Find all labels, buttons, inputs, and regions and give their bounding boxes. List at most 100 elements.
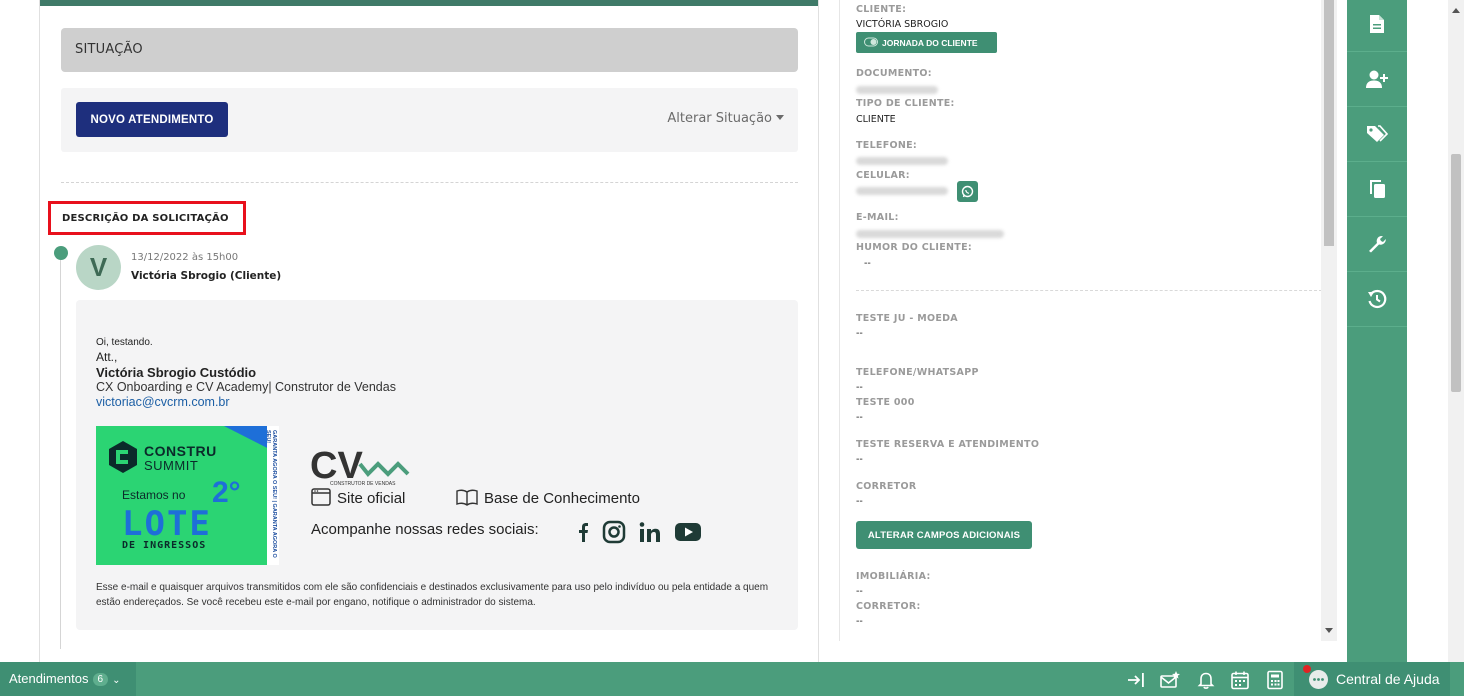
celular-label: CELULAR:: [856, 170, 910, 181]
field-label: TESTE 000: [856, 397, 915, 408]
situacao-header[interactable]: SITUAÇÃO: [61, 28, 798, 72]
field-label: TESTE RESERVA E ATENDIMENTO: [856, 439, 1040, 450]
banner-line2: SUMMIT: [144, 458, 199, 473]
signature-role: CX Onboarding e CV Academy| Construtor d…: [96, 380, 396, 394]
cliente-label: CLIENTE:: [856, 4, 907, 15]
field-value: --: [856, 382, 863, 393]
toolbar-add-user-button[interactable]: [1347, 52, 1407, 107]
email-value-redacted: [856, 230, 1004, 238]
client-info-panel: CLIENTE: VICTÓRIA SBROGIO JORNADA DO CLI…: [839, 0, 1337, 641]
atendimentos-tab[interactable]: Atendimentos 6 ⌄: [0, 662, 136, 696]
document-icon: [1370, 15, 1384, 33]
field-value: --: [856, 454, 863, 465]
social-icons: [579, 520, 701, 544]
toolbar-document-button[interactable]: [1347, 0, 1407, 52]
banner-ingressos: DE INGRESSOS: [122, 540, 207, 551]
email-body: Oi, testando. Att., Victória Sbrogio Cus…: [76, 300, 798, 630]
base-conhecimento-label: Base de Conhecimento: [484, 490, 640, 507]
right-gap: [1407, 0, 1434, 662]
field-label: CORRETOR: [856, 481, 917, 492]
site-oficial-label: Site oficial: [337, 490, 406, 507]
descricao-solicitacao-title: DESCRIÇÃO DA SOLICITAÇÃO: [48, 201, 246, 235]
scroll-up-arrow-icon[interactable]: [1452, 8, 1460, 13]
field-value: --: [856, 328, 863, 339]
celular-value-redacted: [856, 187, 948, 195]
imobiliaria-label: IMOBILIÁRIA:: [856, 571, 931, 582]
alterar-situacao-label: Alterar Situação: [667, 111, 772, 126]
client-divider: [856, 290, 1322, 291]
page-scroll-thumb[interactable]: [1451, 154, 1461, 392]
linkedin-icon[interactable]: [639, 522, 660, 542]
alterar-campos-adicionais-button[interactable]: ALTERAR CAMPOS ADICIONAIS: [856, 521, 1032, 549]
scroll-down-arrow-icon[interactable]: [1325, 628, 1333, 633]
side-toolbar: [1347, 0, 1407, 662]
wrench-icon: [1369, 236, 1386, 253]
corretor-label: CORRETOR:: [856, 601, 921, 612]
toolbar-tags-button[interactable]: [1347, 107, 1407, 162]
field-value: --: [856, 412, 863, 423]
avatar: V: [76, 245, 121, 290]
app-root: SITUAÇÃO NOVO ATENDIMENTO Alterar Situaç…: [0, 0, 1464, 696]
actions-box: NOVO ATENDIMENTO Alterar Situação: [61, 88, 798, 152]
tipo-cliente-value: CLIENTE: [856, 114, 896, 125]
bottom-bar: Atendimentos 6 ⌄ Central de Ajuda: [0, 662, 1464, 696]
banner-lote: LOTE: [122, 504, 212, 544]
cv-logo-subtitle: CONSTRUTOR DE VENDAS: [330, 481, 396, 487]
telefone-label: TELEFONE:: [856, 140, 918, 151]
cliente-name: VICTÓRIA SBROGIO: [856, 19, 949, 30]
central-de-ajuda-label: Central de Ajuda: [1336, 671, 1440, 687]
login-arrow-icon[interactable]: [1126, 670, 1146, 690]
novo-atendimento-button[interactable]: NOVO ATENDIMENTO: [76, 102, 228, 137]
chat-bubble-icon: [1309, 670, 1328, 689]
panel-top-strip: [40, 0, 818, 6]
email-disclaimer: Esse e-mail e quaisquer arquivos transmi…: [96, 582, 769, 608]
toolbar-settings-button[interactable]: [1347, 217, 1407, 272]
whatsapp-button[interactable]: [957, 181, 978, 202]
telefone-value-redacted: [856, 157, 948, 165]
calendar-icon[interactable]: [1230, 670, 1250, 690]
field-value: --: [856, 496, 863, 507]
whatsapp-icon: [961, 185, 974, 198]
toolbar-history-button[interactable]: [1347, 272, 1407, 327]
instagram-icon[interactable]: [602, 520, 626, 544]
atendimentos-label: Atendimentos: [9, 671, 89, 686]
humor-label: HUMOR DO CLIENTE:: [856, 242, 972, 253]
mail-star-icon[interactable]: [1160, 670, 1180, 690]
caret-down-icon: [776, 115, 784, 120]
atendimentos-count-badge: 6: [92, 673, 109, 686]
construsummit-banner[interactable]: CONSTRU SUMMIT Estamos no 2° LOTE DE ING…: [96, 426, 279, 565]
social-networks-label: Acompanhe nossas redes sociais:: [311, 521, 539, 538]
timeline-dot: [54, 246, 68, 260]
message-date: 13/12/2022 às 15h00: [131, 252, 239, 263]
bell-icon[interactable]: [1196, 670, 1216, 690]
add-user-icon: [1366, 70, 1388, 88]
toolbar-copy-button[interactable]: [1347, 162, 1407, 217]
section-divider: [61, 182, 798, 183]
youtube-icon[interactable]: [675, 523, 701, 541]
notification-dot: [1303, 665, 1311, 673]
banner-side-text: GARANTA AGORA O SEU! | GARANTA AGORA O S…: [265, 430, 277, 558]
humor-value: --: [864, 258, 871, 269]
documento-label: DOCUMENTO:: [856, 68, 932, 79]
calculator-icon[interactable]: [1265, 670, 1285, 690]
construsummit-logo-icon: [109, 441, 137, 473]
field-label: TELEFONE/WHATSAPP: [856, 367, 979, 378]
imobiliaria-value: --: [856, 586, 863, 597]
base-conhecimento-link[interactable]: Base de Conhecimento: [456, 488, 640, 507]
tipo-cliente-label: TIPO DE CLIENTE:: [856, 98, 955, 109]
email-greeting: Oi, testando.: [96, 337, 153, 348]
client-panel-scroll-thumb[interactable]: [1324, 0, 1334, 246]
site-oficial-link[interactable]: Site oficial: [311, 488, 405, 507]
message-author: Victória Sbrogio (Cliente): [131, 270, 282, 282]
signature-name: Victória Sbrogio Custódio: [96, 365, 257, 380]
alterar-situacao-dropdown[interactable]: Alterar Situação: [667, 111, 784, 126]
toggle-icon: [864, 37, 878, 47]
copy-icon: [1370, 180, 1385, 198]
documento-value-redacted: [856, 86, 938, 94]
email-att: Att.,: [96, 350, 118, 364]
browser-window-icon: [311, 488, 331, 506]
facebook-icon[interactable]: [579, 523, 588, 542]
central-de-ajuda-button[interactable]: Central de Ajuda: [1294, 662, 1450, 696]
chevron-down-icon: ⌄: [112, 675, 121, 686]
signature-email-link[interactable]: victoriac@cvcrm.com.br: [96, 395, 230, 409]
